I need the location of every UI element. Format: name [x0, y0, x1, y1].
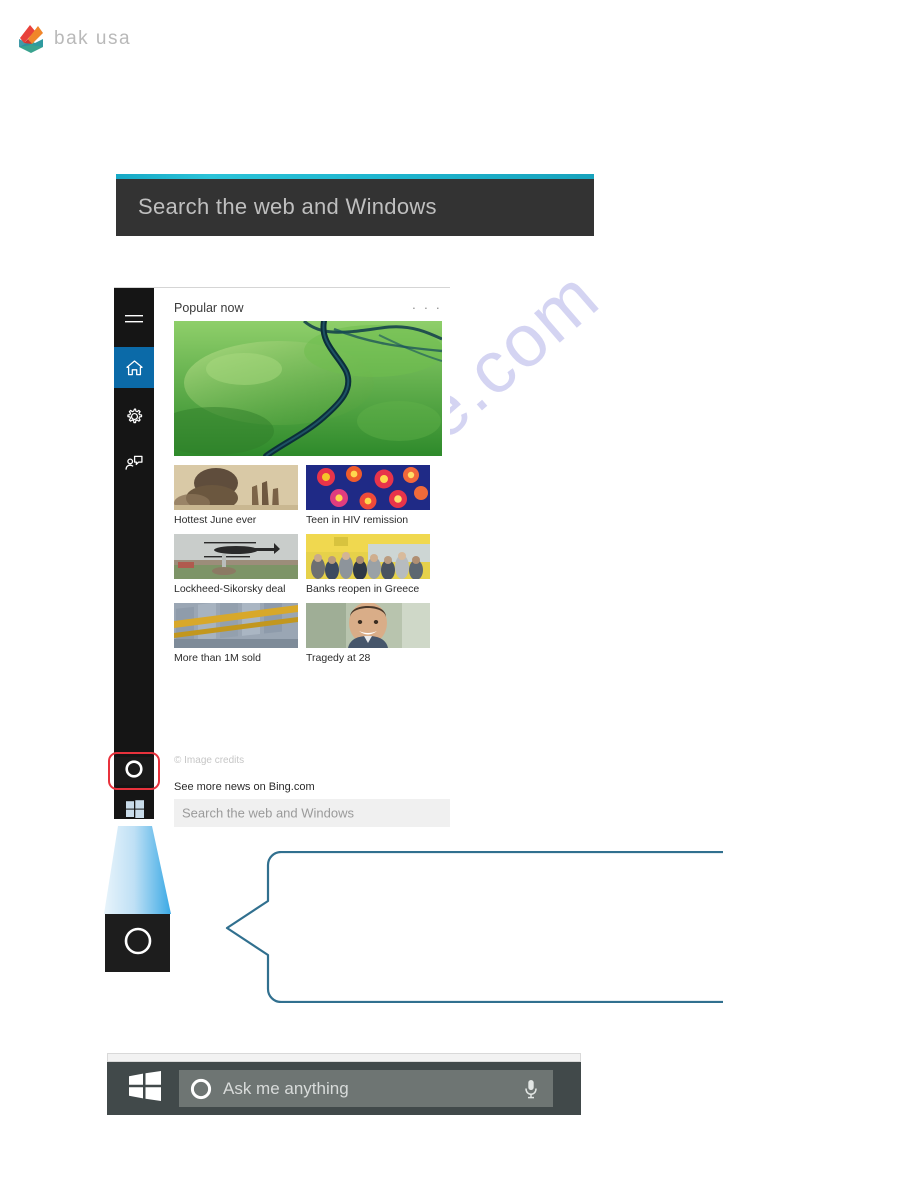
cortana-sidebar-rail	[114, 288, 154, 819]
news-row: Lockheed-Sikorsky deal Banks reopen in G…	[174, 534, 450, 596]
see-more-news-link[interactable]: See more news on Bing.com	[174, 781, 315, 793]
bakusa-diamond-logo-icon	[14, 22, 48, 56]
overflow-menu-icon[interactable]: · · ·	[412, 300, 442, 315]
search-placeholder-text: Search the web and Windows	[138, 194, 437, 219]
news-label: Banks reopen in Greece	[306, 583, 420, 595]
news-item[interactable]: Lockheed-Sikorsky deal	[174, 534, 298, 596]
brand-wordmark: bak usa	[54, 28, 132, 49]
taskbar: Ask me anything	[107, 1062, 581, 1115]
cortana-circle-icon[interactable]	[189, 1077, 213, 1101]
cortana-content-area: Popular now · · · Hottest June ever Teen…	[154, 288, 450, 827]
sidebar-item-settings[interactable]	[114, 396, 154, 437]
taskbar-search-box[interactable]: Ask me anything	[179, 1070, 553, 1107]
news-item[interactable]: Tragedy at 28	[306, 603, 430, 665]
windows-logo-icon	[124, 798, 146, 825]
news-label: Lockheed-Sikorsky deal	[174, 583, 286, 595]
section-title: Popular now	[174, 300, 244, 315]
news-label: Hottest June ever	[174, 514, 257, 526]
news-thumbnail	[306, 603, 430, 648]
sidebar-item-feedback[interactable]	[114, 442, 154, 483]
news-label: Tragedy at 28	[306, 652, 371, 664]
windows-logo-icon	[127, 1071, 163, 1106]
cortana-search-placeholder: Search the web and Windows	[182, 805, 354, 821]
brand-logo: bak usa	[14, 22, 131, 56]
news-label: More than 1M sold	[174, 652, 261, 664]
news-item[interactable]: More than 1M sold	[174, 603, 298, 665]
sidebar-item-home[interactable]	[114, 347, 154, 388]
news-grid: Hottest June ever Teen in HIV remission …	[174, 465, 450, 672]
news-thumbnail	[174, 465, 298, 510]
news-row: More than 1M sold Tragedy at 28	[174, 603, 450, 665]
feedback-person-icon	[124, 454, 144, 472]
hero-news-tile[interactable]	[174, 321, 442, 456]
home-icon	[125, 359, 144, 377]
news-thumbnail	[174, 603, 298, 648]
cortana-search-input[interactable]: Search the web and Windows	[174, 799, 450, 827]
news-item[interactable]: Banks reopen in Greece	[306, 534, 430, 596]
windows-search-bar-large[interactable]: Search the web and Windows	[116, 174, 594, 236]
news-thumbnail	[306, 534, 430, 579]
hamburger-menu-icon	[124, 312, 144, 326]
news-thumbnail	[174, 534, 298, 579]
start-button[interactable]	[123, 1071, 167, 1106]
taskbar-search-placeholder: Ask me anything	[223, 1078, 349, 1098]
popular-now-header: Popular now · · ·	[174, 300, 442, 315]
magnified-cortana-button[interactable]	[105, 914, 170, 972]
taskbar-screenshot: Ask me anything	[107, 1053, 581, 1115]
gear-icon	[125, 407, 144, 426]
search-accent-line	[116, 174, 594, 179]
cortana-panel: Popular now · · · Hottest June ever Teen…	[114, 287, 450, 827]
news-label: Teen in HIV remission	[306, 514, 409, 526]
news-item[interactable]: Hottest June ever	[174, 465, 298, 527]
start-button-small[interactable]	[120, 795, 150, 827]
highlight-box	[108, 752, 160, 790]
news-item[interactable]: Teen in HIV remission	[306, 465, 430, 527]
image-credits-link[interactable]: © Image credits	[174, 755, 244, 766]
cortana-circle-icon	[121, 924, 155, 963]
news-row: Hottest June ever Teen in HIV remission	[174, 465, 450, 527]
microphone-icon[interactable]	[523, 1078, 539, 1100]
callout-box	[225, 851, 723, 1003]
taskbar-top-edge	[107, 1053, 581, 1062]
sidebar-item-hamburger[interactable]	[114, 298, 154, 339]
news-thumbnail	[306, 465, 430, 510]
